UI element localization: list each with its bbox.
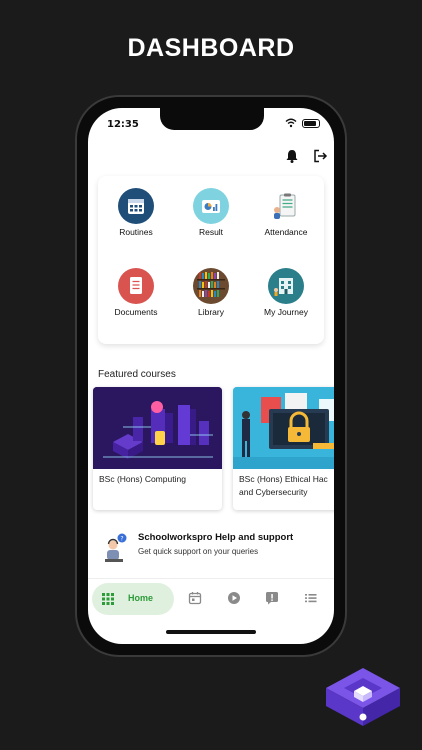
calendar-icon xyxy=(118,188,154,224)
menu-tile-library[interactable]: Library xyxy=(173,268,249,317)
svg-text:?: ? xyxy=(120,536,123,543)
menu-tile-documents[interactable]: Documents xyxy=(98,268,174,317)
phone-notch xyxy=(160,108,264,130)
document-icon xyxy=(118,268,154,304)
menu-tile-label: Result xyxy=(198,227,224,237)
course-card[interactable]: BSc (Hons) Ethical Hac and Cybersecurity xyxy=(233,387,334,510)
status-time: 12:35 xyxy=(107,119,139,130)
phone-frame: 12:35 Routines Result Attendance Documen… xyxy=(75,95,347,657)
course-title-line-2: and Cybersecurity xyxy=(239,487,308,497)
menu-tile-label: My Journey xyxy=(264,307,308,317)
menu-tile-label: Documents xyxy=(114,307,158,317)
course-title: BSc (Hons) Computing xyxy=(99,474,186,484)
support-agent-icon: ? xyxy=(105,533,127,562)
app-screen: 12:35 Routines Result Attendance Documen… xyxy=(88,108,334,644)
bookshelf-icon xyxy=(193,268,229,304)
home-indicator xyxy=(166,630,256,634)
calendar-nav-icon[interactable] xyxy=(188,591,202,605)
help-title: Schoolworkspro Help and support xyxy=(138,532,294,543)
menu-tile-my-journey[interactable]: My Journey xyxy=(248,268,324,317)
featured-courses-title: Featured courses xyxy=(98,369,176,380)
page-headline: DASHBOARD xyxy=(127,34,295,62)
bottom-navigation: Home xyxy=(88,578,334,619)
menu-tile-attendance[interactable]: Attendance xyxy=(248,188,324,237)
help-support-row[interactable]: ? Schoolworkspro Help and support Get qu… xyxy=(98,524,324,574)
course-card[interactable]: BSc (Hons) Computing xyxy=(93,387,222,510)
menu-tile-label: Routines xyxy=(119,227,153,237)
course-title-line-1: BSc (Hons) Ethical Hac xyxy=(239,474,328,484)
course-image xyxy=(93,387,222,469)
app-logo xyxy=(326,668,400,726)
help-subtitle: Get quick support on your queries xyxy=(138,547,259,556)
menu-tile-result[interactable]: Result xyxy=(173,188,249,237)
building-icon xyxy=(268,268,304,304)
nav-home-label: Home xyxy=(128,593,154,603)
menu-grid-card: Routines Result Attendance Documents Lib… xyxy=(98,176,324,344)
menu-tile-label: Attendance xyxy=(264,227,308,237)
battery-icon xyxy=(302,118,320,128)
wifi-icon xyxy=(285,118,297,128)
alert-icon[interactable] xyxy=(265,591,279,605)
list-icon[interactable] xyxy=(304,591,318,605)
course-image xyxy=(233,387,334,469)
menu-tile-routines[interactable]: Routines xyxy=(98,188,174,237)
course-title: BSc (Hons) Ethical Hac and Cybersecurity xyxy=(233,469,334,503)
logout-icon[interactable] xyxy=(312,148,328,164)
grid-icon xyxy=(102,593,114,605)
play-icon[interactable] xyxy=(227,591,241,605)
status-icons xyxy=(285,118,320,128)
bell-icon[interactable] xyxy=(284,148,300,164)
menu-tile-label: Library xyxy=(198,307,224,317)
result-chart-icon xyxy=(193,188,229,224)
clipboard-icon xyxy=(268,188,304,224)
nav-home-button[interactable]: Home xyxy=(92,583,174,615)
